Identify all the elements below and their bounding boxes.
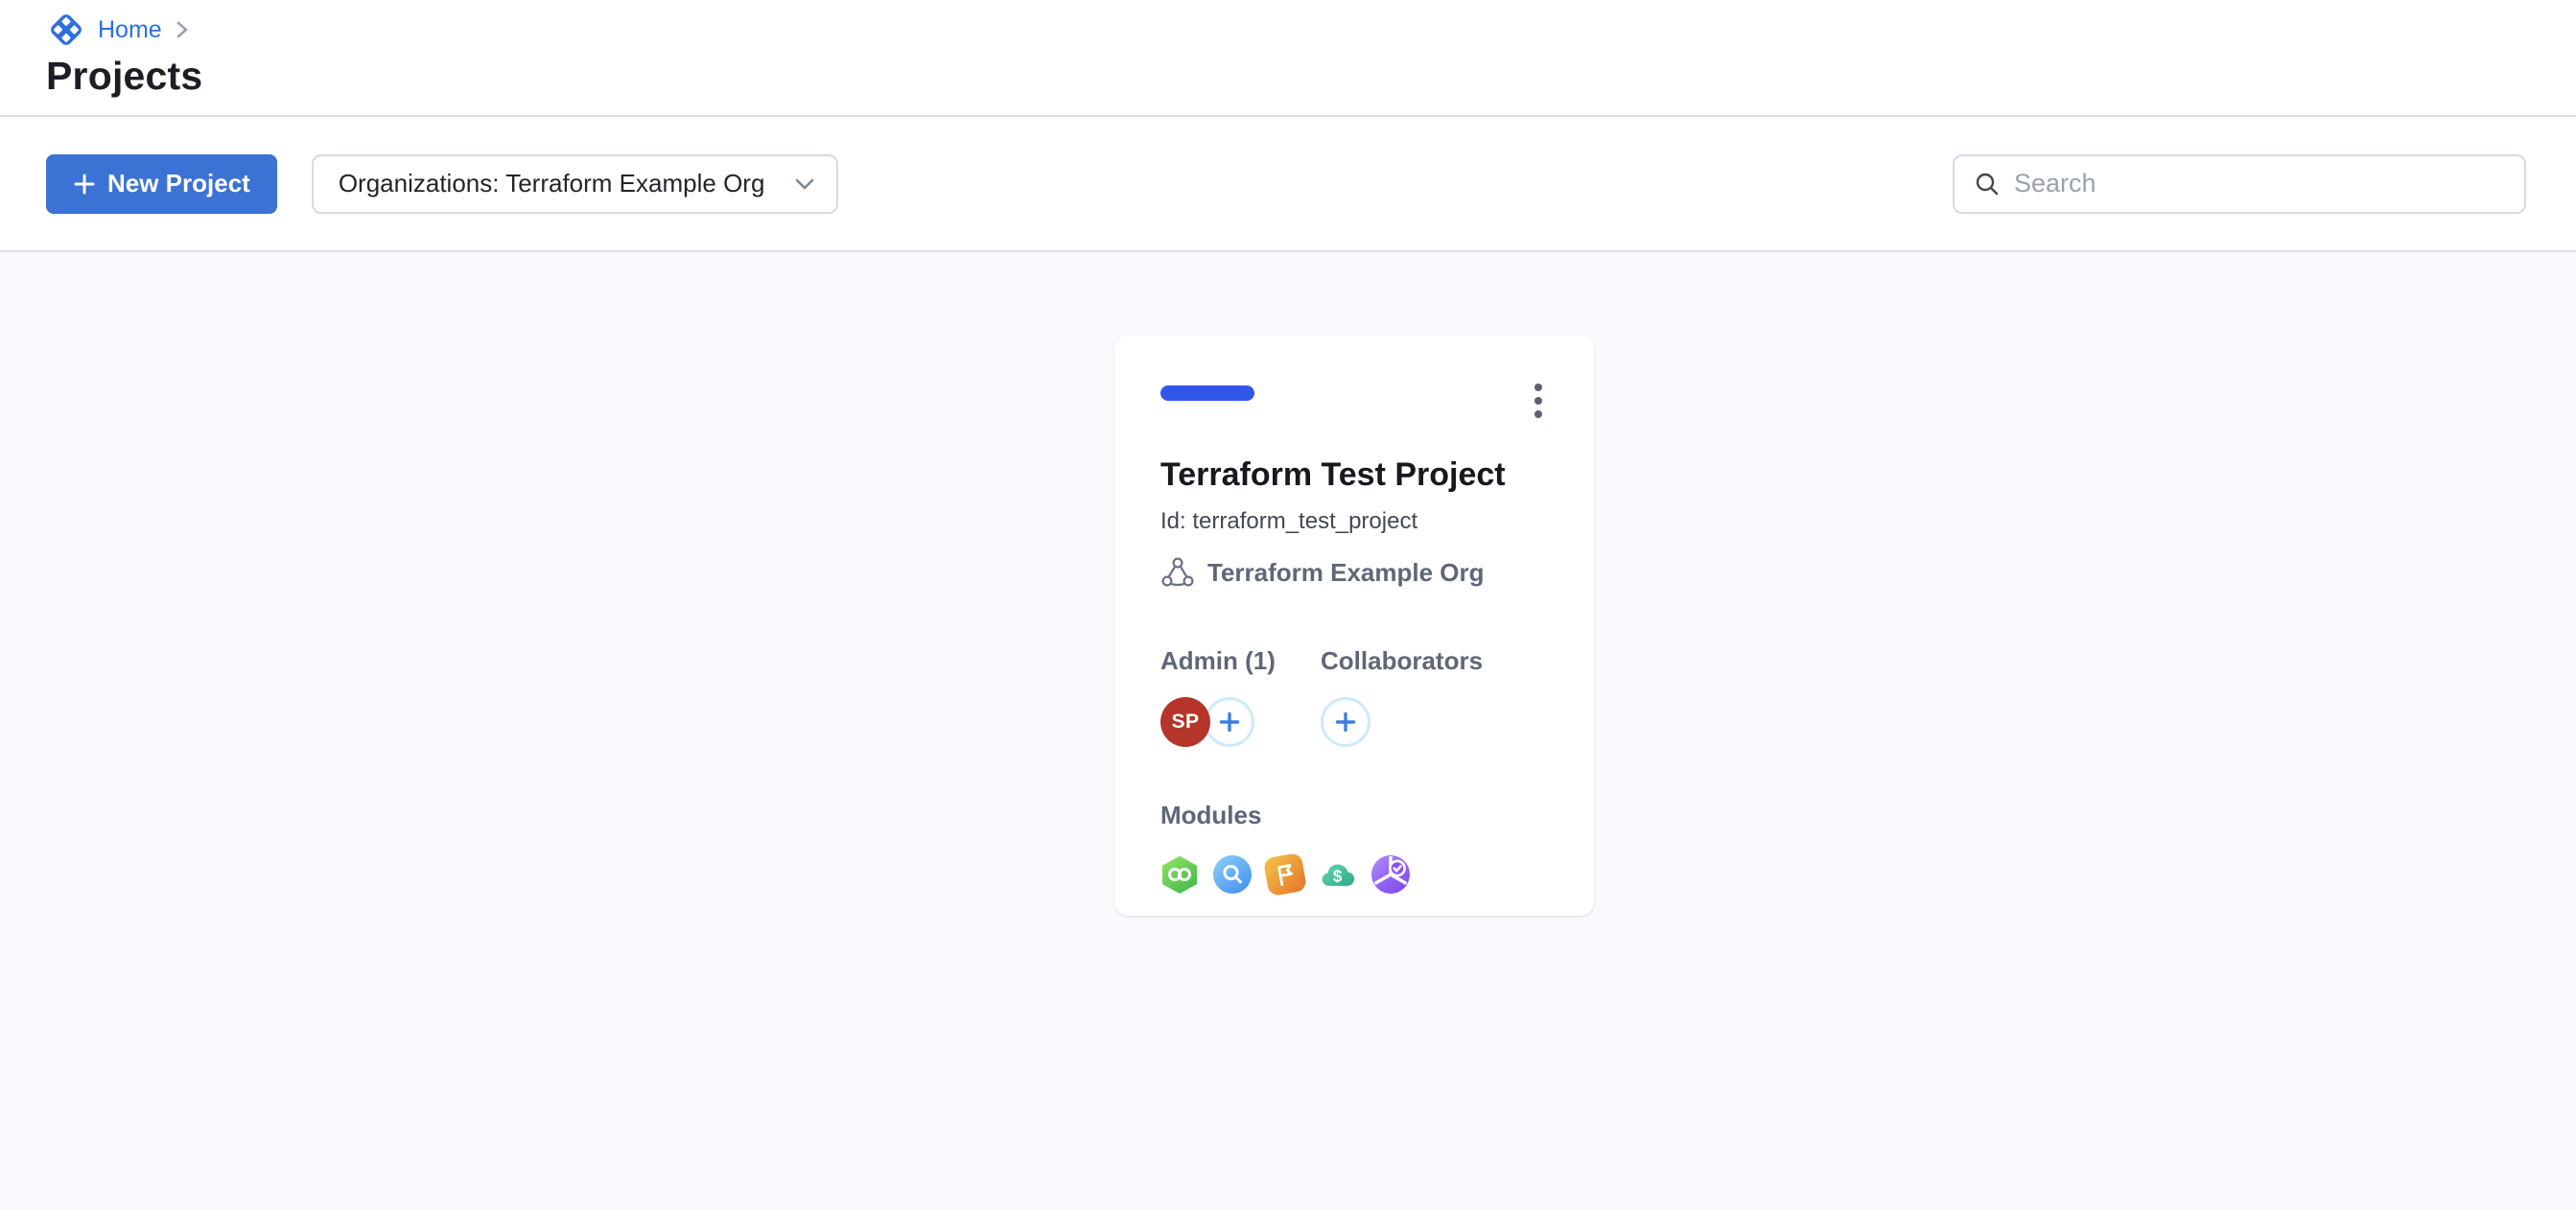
magnifier-module-icon[interactable] (1213, 855, 1252, 894)
breadcrumb: Home (46, 8, 2530, 52)
chevron-right-icon (176, 19, 189, 40)
kebab-dot (1534, 397, 1542, 405)
page-header: Home Projects (0, 0, 2576, 117)
projects-page: Home Projects New Project Organizations:… (0, 0, 2576, 1212)
project-organization[interactable]: Terraform Example Org (1160, 556, 1548, 589)
project-organization-name: Terraform Example Org (1207, 558, 1485, 588)
plus-icon (73, 173, 96, 196)
plus-icon (1218, 711, 1241, 734)
project-title: Terraform Test Project (1160, 457, 1548, 493)
page-title: Projects (46, 54, 2530, 99)
donut-check-module-icon[interactable] (1371, 855, 1410, 894)
project-card[interactable]: Terraform Test Project Id: terraform_tes… (1114, 336, 1594, 916)
cloud-dollar-module-icon[interactable]: $ (1319, 855, 1357, 894)
chevron-down-icon (794, 177, 815, 191)
add-admin-button[interactable] (1205, 697, 1254, 747)
modules-label: Modules (1160, 801, 1548, 830)
infinity-module-icon[interactable] (1160, 855, 1199, 894)
collaborators-label: Collaborators (1321, 646, 1483, 676)
add-collaborator-button[interactable] (1321, 697, 1370, 747)
new-project-label: New Project (107, 169, 250, 198)
admin-label: Admin (1) (1160, 646, 1321, 676)
app-logo-icon (46, 10, 86, 50)
modules-row: $ (1160, 855, 1548, 894)
organization-icon (1160, 556, 1195, 589)
flag-module-icon[interactable] (1263, 852, 1307, 897)
kebab-dot (1534, 384, 1542, 391)
project-id: Id: terraform_test_project (1160, 508, 1548, 535)
projects-grid: Terraform Test Project Id: terraform_tes… (0, 252, 2576, 1210)
kebab-dot (1534, 410, 1542, 418)
organization-filter-dropdown[interactable]: Organizations: Terraform Example Org (312, 154, 838, 214)
svg-text:$: $ (1333, 867, 1343, 886)
search-icon (1974, 171, 2001, 198)
project-menu-button[interactable] (1527, 380, 1550, 422)
new-project-button[interactable]: New Project (46, 154, 277, 214)
organization-filter-value: Organizations: Terraform Example Org (339, 169, 765, 198)
plus-icon (1334, 711, 1357, 734)
admin-avatar[interactable]: SP (1160, 697, 1210, 747)
breadcrumb-home-link[interactable]: Home (98, 16, 162, 44)
search-box[interactable] (1953, 154, 2526, 214)
project-color-bar (1160, 385, 1254, 401)
search-input[interactable] (2014, 169, 2505, 198)
toolbar: New Project Organizations: Terraform Exa… (0, 117, 2576, 252)
